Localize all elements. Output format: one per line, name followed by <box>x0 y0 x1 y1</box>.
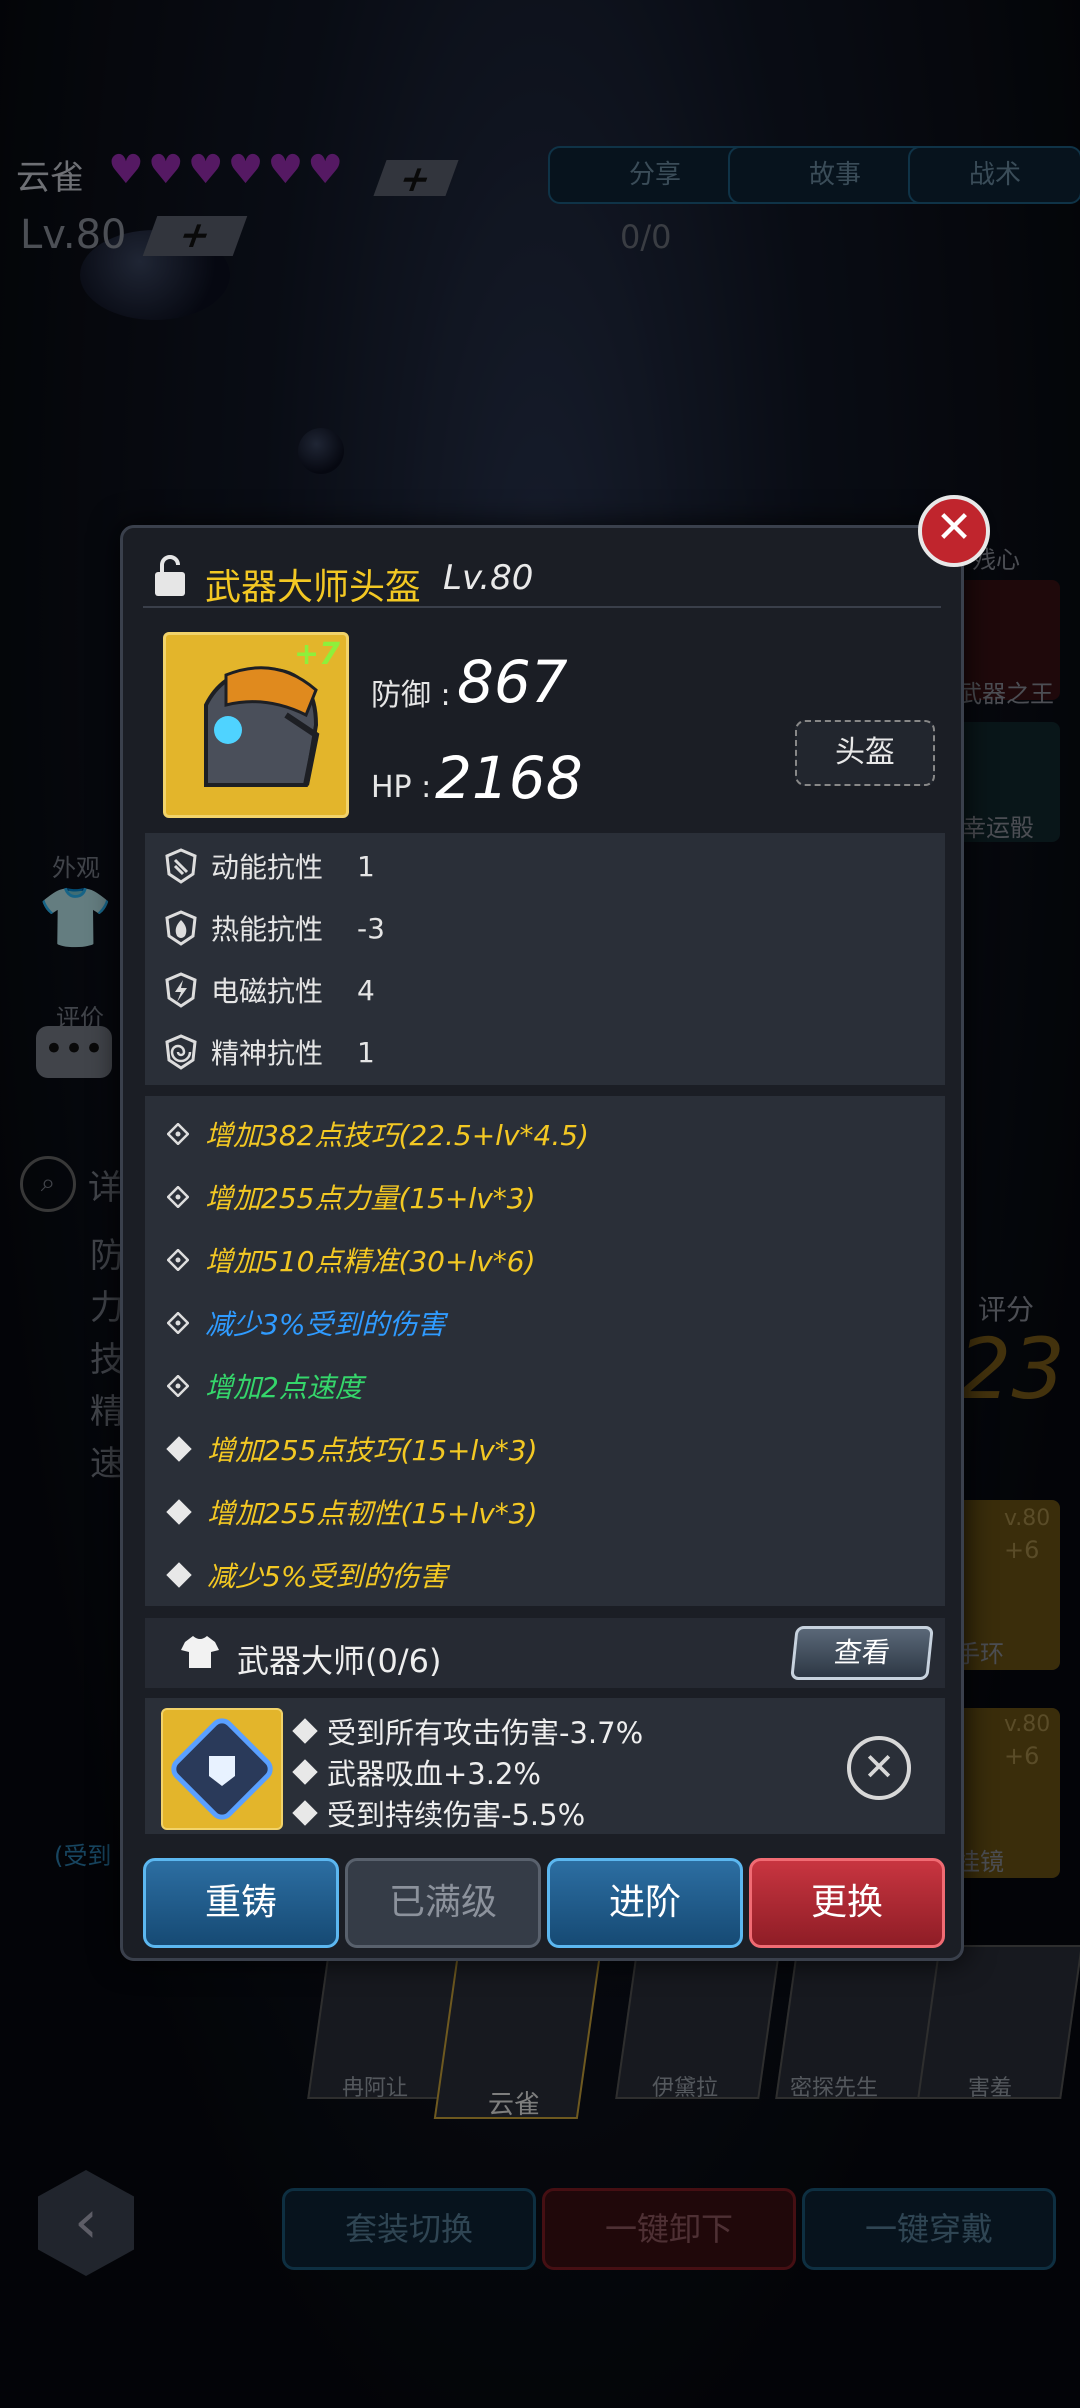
maxed-button[interactable]: 已满级 <box>345 1858 541 1948</box>
attribute-row: 增加255点韧性(15+lv*3) <box>166 1492 538 1532</box>
resist-row: 动能抗性 1 <box>163 846 375 886</box>
kinetic-icon <box>165 848 197 884</box>
resist-value: 1 <box>357 849 375 883</box>
solid-diamond-icon <box>292 1800 318 1826</box>
outline-diamond-icon <box>167 1249 189 1271</box>
psi-icon <box>165 1034 197 1070</box>
shirt-icon <box>181 1636 219 1668</box>
recast-button[interactable]: 重铸 <box>143 1858 339 1948</box>
outline-diamond-icon <box>167 1375 189 1397</box>
gem-effect: 受到持续伤害-5.5% <box>292 1792 586 1834</box>
resist-row: 精神抗性 1 <box>163 1032 375 1072</box>
outline-diamond-icon <box>167 1312 189 1334</box>
attribute-row: 增加255点力量(15+lv*3) <box>167 1177 536 1217</box>
solid-diamond-icon <box>166 1436 192 1462</box>
resist-name: 热能抗性 <box>211 913 324 946</box>
outline-diamond-icon <box>167 1186 189 1208</box>
em-icon <box>165 972 197 1008</box>
gem-panel: 受到所有攻击伤害-3.7% 武器吸血+3.2% 受到持续伤害-5.5% ✕ <box>145 1698 945 1834</box>
solid-diamond-icon <box>292 1718 318 1744</box>
advance-button[interactable]: 进阶 <box>547 1858 743 1948</box>
attribute-row: 增加382点技巧(22.5+lv*4.5) <box>167 1114 589 1154</box>
attribute-row: 增加510点精准(30+lv*6) <box>167 1240 536 1280</box>
attribute-text: 增加510点精准(30+lv*6) <box>205 1245 536 1278</box>
solid-diamond-icon <box>166 1499 192 1525</box>
attribute-text: 增加255点力量(15+lv*3) <box>205 1182 536 1215</box>
chip-icon <box>171 1718 273 1820</box>
gem-effect-text: 受到所有攻击伤害-3.7% <box>327 1716 644 1750</box>
fire-icon <box>165 910 197 946</box>
enhance-level: +7 <box>293 637 340 672</box>
view-set-button[interactable]: 查看 <box>790 1626 934 1680</box>
attribute-row: 增加2点速度 <box>167 1366 363 1406</box>
attribute-text: 增加255点技巧(15+lv*3) <box>207 1434 538 1467</box>
gem-effect: 武器吸血+3.2% <box>292 1751 541 1793</box>
close-icon[interactable]: ✕ <box>918 495 990 567</box>
equipment-detail-modal: 武器大师头盔 Lv.80 +7 防御 : 867 HP : 2168 头盔 动能… <box>120 525 964 1961</box>
outline-diamond-icon <box>167 1123 189 1145</box>
attribute-row: 增加255点技巧(15+lv*3) <box>166 1429 538 1469</box>
attribute-text: 减少3%受到的伤害 <box>205 1308 446 1341</box>
attribute-text: 增加382点技巧(22.5+lv*4.5) <box>205 1119 589 1152</box>
chip-icon[interactable] <box>161 1708 283 1830</box>
resist-name: 动能抗性 <box>211 851 324 884</box>
remove-gem-icon[interactable]: ✕ <box>847 1736 911 1800</box>
resist-value: -3 <box>357 911 385 945</box>
resist-row: 热能抗性 -3 <box>163 908 385 948</box>
attribute-text: 增加2点速度 <box>205 1371 363 1404</box>
equipment-title: 武器大师头盔 <box>205 567 422 608</box>
resist-value: 1 <box>357 1035 375 1069</box>
set-name: 武器大师(0/6) <box>237 1642 442 1680</box>
resist-name: 精神抗性 <box>211 1037 324 1070</box>
helmet-icon: +7 <box>163 632 349 818</box>
resist-name: 电磁抗性 <box>211 975 324 1008</box>
hp-label: HP : <box>371 770 432 805</box>
defense-value: 867 <box>457 648 568 716</box>
attribute-row: 减少3%受到的伤害 <box>167 1303 445 1343</box>
divider <box>143 606 941 608</box>
gem-effect-text: 武器吸血+3.2% <box>327 1757 541 1791</box>
defense-label: 防御 : <box>371 678 451 713</box>
solid-diamond-icon <box>292 1759 318 1785</box>
hp-value: 2168 <box>435 744 583 812</box>
resist-value: 4 <box>357 973 375 1007</box>
set-bar: 武器大师(0/6) 查看 <box>145 1618 945 1688</box>
attribute-text: 减少5%受到的伤害 <box>207 1560 448 1593</box>
equipment-level: Lv.80 <box>443 558 534 598</box>
gem-effect: 受到所有攻击伤害-3.7% <box>292 1710 644 1752</box>
slot-tag: 头盔 <box>795 720 935 786</box>
solid-diamond-icon <box>166 1562 192 1588</box>
attribute-row: 减少5%受到的伤害 <box>166 1555 448 1595</box>
attribute-text: 增加255点韧性(15+lv*3) <box>207 1497 538 1530</box>
replace-button[interactable]: 更换 <box>749 1858 945 1948</box>
resist-row: 电磁抗性 4 <box>163 970 375 1010</box>
gem-effect-text: 受到持续伤害-5.5% <box>327 1798 586 1832</box>
lock-icon[interactable] <box>153 554 187 598</box>
